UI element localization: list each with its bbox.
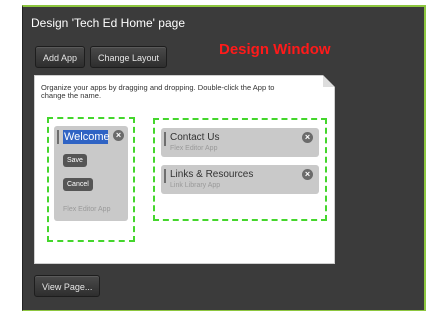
app-card-contact-us[interactable]: Contact Us Flex Editor App × (161, 128, 319, 157)
instructions-text: Organize your apps by dragging and dropp… (41, 83, 275, 100)
page-corner-fold (323, 75, 335, 87)
close-icon[interactable]: × (113, 130, 124, 141)
cancel-button[interactable]: Cancel (63, 178, 93, 191)
drag-handle[interactable] (164, 169, 166, 183)
column-left[interactable]: Welcome × Save Cancel Flex Editor App (47, 117, 135, 242)
app-name: Contact Us (170, 132, 220, 143)
save-button[interactable]: Save (63, 154, 87, 167)
app-card-links-resources[interactable]: Links & Resources Link Library App × (161, 165, 319, 194)
drag-handle[interactable] (57, 130, 59, 144)
close-icon[interactable]: × (302, 132, 313, 143)
layout-canvas: Organize your apps by dragging and dropp… (34, 75, 335, 264)
add-app-button[interactable]: Add App (35, 46, 86, 68)
drag-handle[interactable] (164, 132, 166, 146)
view-page-button[interactable]: View Page... (34, 275, 101, 297)
app-name-input[interactable]: Welcome (63, 130, 110, 144)
design-window: Design 'Tech Ed Home' page Add App Chang… (22, 5, 426, 311)
app-type-label: Flex Editor App (170, 145, 218, 152)
window-title: Design 'Tech Ed Home' page (31, 16, 186, 30)
app-name: Links & Resources (170, 169, 254, 180)
change-layout-button[interactable]: Change Layout (90, 46, 168, 68)
annotation-label: Design Window (219, 41, 331, 58)
app-type-label: Link Library App (170, 182, 221, 189)
app-type-label: Flex Editor App (63, 206, 111, 213)
close-icon[interactable]: × (302, 169, 313, 180)
app-card-welcome[interactable]: Welcome × Save Cancel Flex Editor App (54, 126, 128, 221)
column-right[interactable]: Contact Us Flex Editor App × Links & Res… (153, 118, 327, 221)
